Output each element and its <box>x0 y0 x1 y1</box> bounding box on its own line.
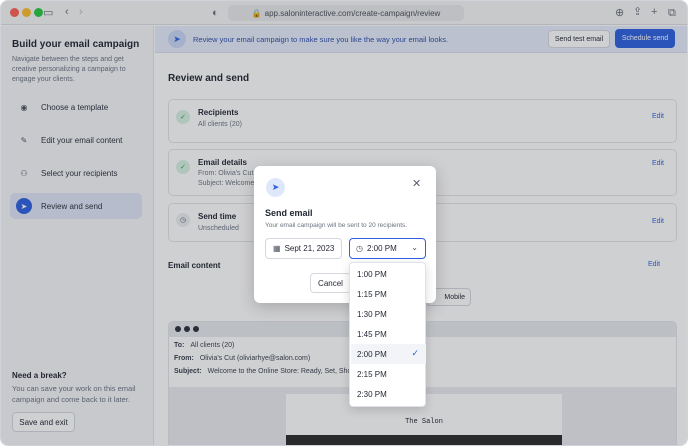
check-icon: ✓ <box>411 348 419 358</box>
time-option[interactable]: 1:30 PM <box>351 304 426 324</box>
time-option-label: 2:00 PM <box>357 349 387 359</box>
modal-description: Your email campaign will be sent to 20 r… <box>265 222 408 229</box>
time-select[interactable]: ◷ 2:00 PM ⌄ <box>349 238 426 259</box>
time-dropdown: 1:00 PM 1:15 PM 1:30 PM 1:45 PM 2:00 PM … <box>349 262 426 407</box>
chevron-down-icon: ⌄ <box>411 243 418 252</box>
date-picker[interactable]: ▦ Sept 21, 2023 <box>265 238 342 259</box>
time-option[interactable]: 2:15 PM <box>351 364 426 384</box>
calendar-icon: ▦ <box>273 244 281 253</box>
time-option[interactable]: 1:15 PM <box>351 284 426 304</box>
modal-title: Send email <box>265 208 313 218</box>
date-value: Sept 21, 2023 <box>284 244 335 253</box>
time-option-selected[interactable]: 2:00 PM ✓ <box>351 344 426 364</box>
close-icon[interactable]: ✕ <box>412 177 421 190</box>
cancel-button[interactable]: Cancel <box>310 273 351 293</box>
send-icon: ➤ <box>266 178 285 197</box>
clock-icon: ◷ <box>356 244 363 253</box>
time-value: 2:00 PM <box>366 244 397 253</box>
time-option[interactable]: 1:00 PM <box>351 264 426 284</box>
time-option[interactable]: 2:30 PM <box>351 384 426 404</box>
time-option[interactable]: 1:45 PM <box>351 324 426 344</box>
browser-window: ▭ ‹ › ◐ 🔒 app.saloninteractive.com/creat… <box>0 0 688 446</box>
